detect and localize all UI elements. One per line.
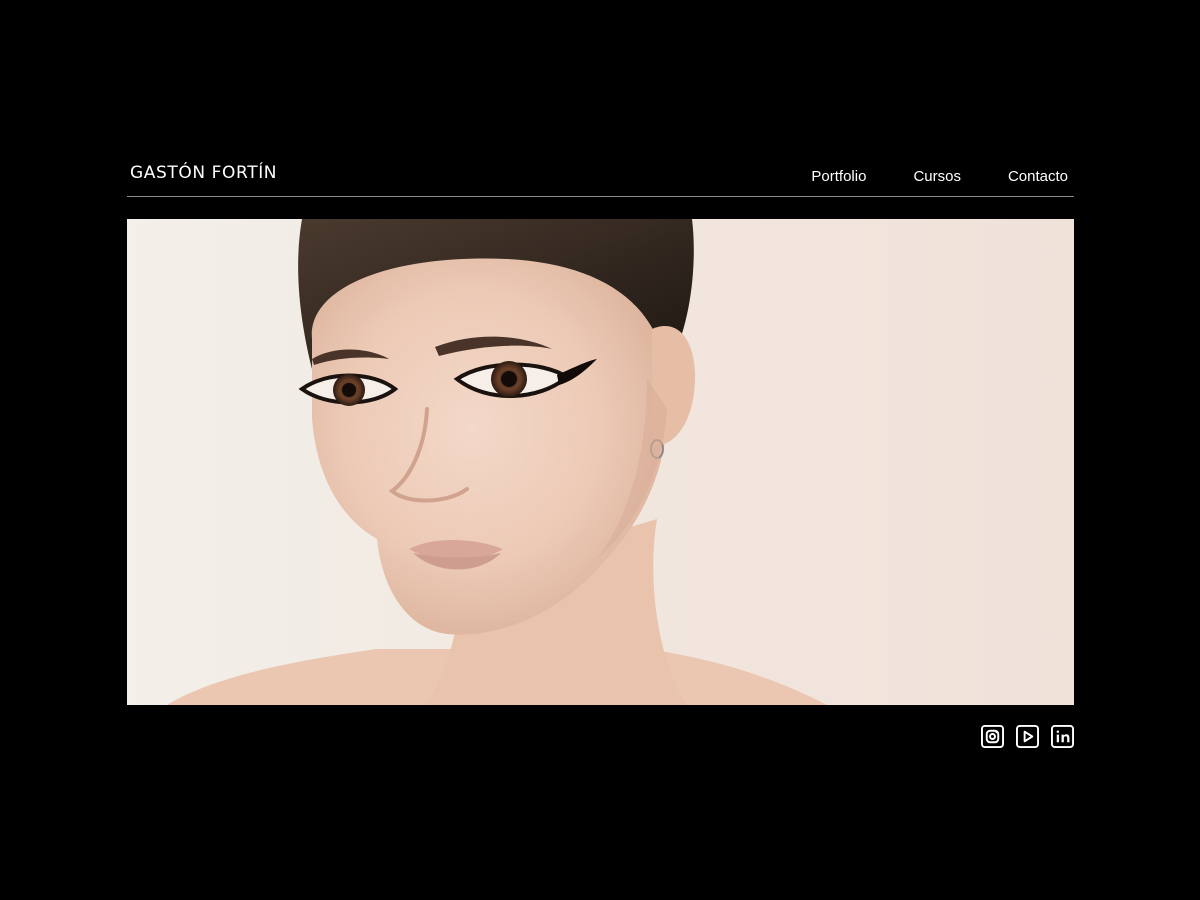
- instagram-icon[interactable]: [981, 725, 1004, 748]
- site-header: GASTÓN FORTÍN Portfolio Cursos Contacto: [127, 150, 1074, 197]
- linkedin-icon[interactable]: [1051, 725, 1074, 748]
- nav-link-cursos[interactable]: Cursos: [913, 168, 961, 185]
- main-nav: Portfolio Cursos Contacto: [811, 168, 1068, 185]
- nav-link-contacto[interactable]: Contacto: [1008, 168, 1068, 185]
- nav-link-portfolio[interactable]: Portfolio: [811, 168, 866, 185]
- hero-image: [127, 219, 1074, 705]
- site-logo[interactable]: GASTÓN FORTÍN: [130, 163, 277, 183]
- portrait-photo: [127, 219, 1074, 705]
- social-links: [981, 725, 1074, 748]
- youtube-icon[interactable]: [1016, 725, 1039, 748]
